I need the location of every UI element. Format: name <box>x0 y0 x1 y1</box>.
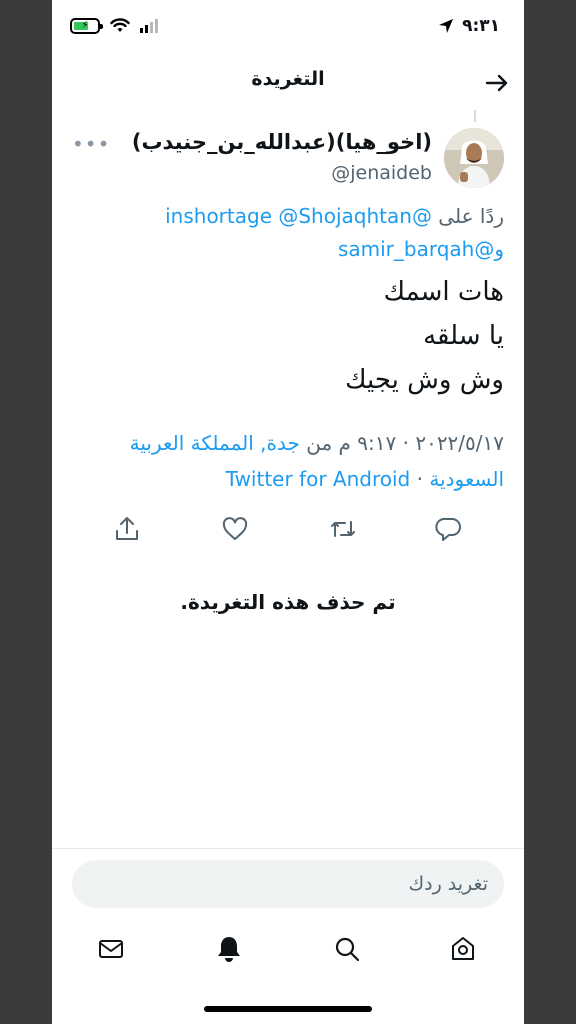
tweet-text-line: وش وش يجيك <box>345 365 504 395</box>
meta-line-2: السعودية · Twitter for Android <box>64 461 504 497</box>
share-button[interactable] <box>112 514 142 544</box>
more-options-button[interactable]: ••• <box>72 132 110 156</box>
messages-mail-icon <box>99 940 123 958</box>
tweet-date-time: ٢٠٢٢/٥/١٧ · ٩:١٧ م من <box>306 431 504 455</box>
wifi-icon <box>110 18 130 34</box>
home-icon <box>452 937 474 960</box>
battery-charging-icon: ⚡ <box>70 18 103 34</box>
share-icon <box>116 517 138 540</box>
retweet-icon <box>331 521 355 537</box>
tab-messages[interactable] <box>96 934 126 964</box>
page-title: التغريدة <box>251 68 325 90</box>
status-time: ٩:٣١ <box>462 16 500 36</box>
heart-icon <box>222 517 248 540</box>
tweet-location-link-cont[interactable]: السعودية <box>429 467 504 491</box>
signal-icon <box>140 19 158 33</box>
tab-notifications[interactable] <box>214 934 244 964</box>
reply-prefix: ردًا على <box>438 204 504 228</box>
back-button[interactable] <box>484 70 510 96</box>
reply-composer[interactable] <box>72 860 504 908</box>
divider <box>52 848 524 849</box>
tab-search[interactable] <box>332 934 362 964</box>
tweet-text-line: يا سلقه <box>423 321 504 351</box>
author-display-name[interactable]: (اخو_هيا)(عبدالله_بن_جنيدب) <box>132 130 432 154</box>
meta-line-1: ٢٠٢٢/٥/١٧ · ٩:١٧ م من جدة, المملكة العرب… <box>64 425 504 461</box>
phone-screen: ⚡ ٩:٣١ التغريدة (اخو_هيا)(عبدالله_بن_جني… <box>52 0 524 1024</box>
mention-joiner: و <box>494 237 504 261</box>
search-icon <box>335 937 360 962</box>
reply-to-line: ردًا على @inshortage @Shojaqhtan و@samir… <box>72 200 504 266</box>
tweet-location-link[interactable]: جدة, المملكة العربية <box>130 431 300 455</box>
location-arrow-icon <box>438 18 454 34</box>
deleted-tweet-notice: تم حذف هذه التغريدة. <box>180 590 396 614</box>
tweet-header-bar: التغريدة <box>52 60 524 106</box>
tweet-actions <box>52 510 524 550</box>
mention-link[interactable]: @Shojaqhtan <box>278 204 412 228</box>
reply-icon <box>435 517 461 541</box>
status-bar: ⚡ ٩:٣١ <box>52 0 524 60</box>
tab-home[interactable] <box>448 934 478 964</box>
status-indicators: ⚡ <box>70 18 158 34</box>
notifications-bell-icon <box>218 937 240 962</box>
tweet-author: (اخو_هيا)(عبدالله_بن_جنيدب) @jenaideb ••… <box>52 120 524 190</box>
avatar[interactable] <box>444 128 504 188</box>
tweet-meta: ٢٠٢٢/٥/١٧ · ٩:١٧ م من جدة, المملكة العرب… <box>64 425 504 497</box>
arrow-right-icon <box>485 74 508 92</box>
meta-separator: · <box>416 467 423 491</box>
home-indicator <box>204 1006 372 1012</box>
retweet-button[interactable] <box>328 514 358 544</box>
tweet-text: هات اسمك يا سلقه وش وش يجيك <box>72 270 504 402</box>
tweet-text-line: هات اسمك <box>383 277 504 307</box>
author-handle[interactable]: @jenaideb <box>331 162 432 184</box>
status-time-group: ٩:٣١ <box>438 16 500 36</box>
more-dots-icon: ••• <box>72 132 111 156</box>
like-button[interactable] <box>220 514 250 544</box>
reply-input[interactable] <box>88 873 488 895</box>
tweet-source-link[interactable]: Twitter for Android <box>226 467 411 491</box>
reply-button[interactable] <box>434 514 464 544</box>
bottom-tab-bar <box>52 928 524 972</box>
mention-link[interactable]: @samir_barqah <box>338 237 494 261</box>
